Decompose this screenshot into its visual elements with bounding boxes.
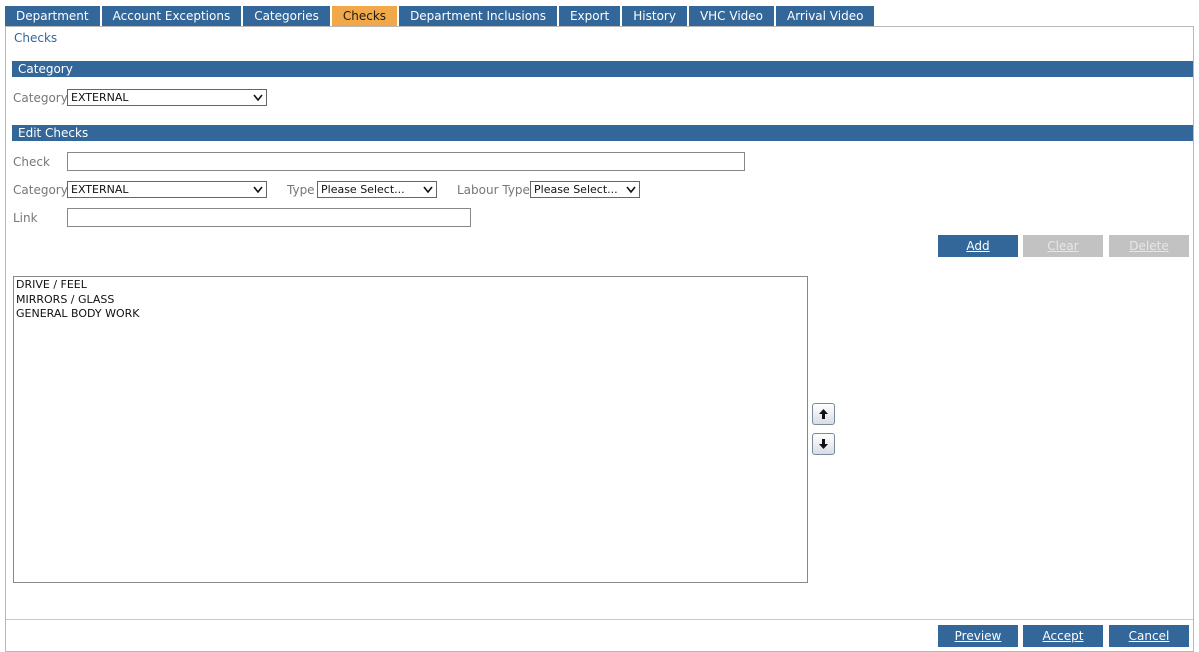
- accept-button[interactable]: Accept: [1023, 625, 1103, 647]
- category-filter-value: EXTERNAL: [71, 91, 129, 104]
- labour-type-select[interactable]: Please Select...: [530, 181, 640, 198]
- arrow-up-icon: [819, 409, 828, 419]
- link-label: Link: [13, 211, 38, 225]
- tab-account-exceptions[interactable]: Account Exceptions: [101, 6, 242, 26]
- cancel-button[interactable]: Cancel: [1109, 625, 1189, 647]
- link-input[interactable]: [67, 208, 471, 227]
- tab-export[interactable]: Export: [558, 6, 621, 26]
- arrow-down-icon: [819, 439, 828, 449]
- type-value: Please Select...: [321, 183, 405, 196]
- move-up-button[interactable]: [812, 403, 835, 425]
- move-down-button[interactable]: [812, 433, 835, 455]
- check-input[interactable]: [67, 152, 745, 171]
- tab-arrival-video[interactable]: Arrival Video: [776, 6, 875, 26]
- tab-history[interactable]: History: [622, 6, 687, 26]
- labour-type-label: Labour Type: [457, 183, 530, 197]
- chevron-down-icon: [626, 186, 636, 194]
- tab-vhc-video[interactable]: VHC Video: [688, 6, 774, 26]
- list-item[interactable]: GENERAL BODY WORK: [16, 307, 805, 322]
- type-label: Type: [287, 183, 315, 197]
- tab-department-inclusions[interactable]: Department Inclusions: [399, 6, 557, 26]
- category-section-header: Category: [12, 61, 1193, 77]
- edit-category-value: EXTERNAL: [71, 183, 129, 196]
- chevron-down-icon: [423, 186, 433, 194]
- labour-type-value: Please Select...: [534, 183, 618, 196]
- footer-divider: [6, 619, 1193, 620]
- preview-button[interactable]: Preview: [938, 625, 1018, 647]
- check-label: Check: [13, 155, 50, 169]
- chevron-down-icon: [253, 186, 263, 194]
- edit-category-label: Category: [13, 183, 68, 197]
- category-filter-select[interactable]: EXTERNAL: [67, 89, 267, 106]
- tab-checks[interactable]: Checks: [331, 6, 398, 26]
- category-filter-label: Category: [13, 91, 68, 105]
- checks-panel: Checks Category Category EXTERNAL Edit C…: [5, 26, 1194, 652]
- edit-checks-section-header: Edit Checks: [12, 125, 1193, 141]
- clear-button[interactable]: Clear: [1023, 235, 1103, 257]
- list-item[interactable]: MIRRORS / GLASS: [16, 293, 805, 308]
- tab-department[interactable]: Department: [5, 6, 100, 26]
- tab-categories[interactable]: Categories: [243, 6, 330, 26]
- tab-bar: Department Account Exceptions Categories…: [5, 6, 876, 26]
- edit-category-select[interactable]: EXTERNAL: [67, 181, 267, 198]
- list-item[interactable]: DRIVE / FEEL: [16, 278, 805, 293]
- page-title: Checks: [14, 31, 58, 45]
- type-select[interactable]: Please Select...: [317, 181, 437, 198]
- add-button[interactable]: Add: [938, 235, 1018, 257]
- checks-listbox[interactable]: DRIVE / FEEL MIRRORS / GLASS GENERAL BOD…: [13, 276, 808, 583]
- chevron-down-icon: [253, 94, 263, 102]
- delete-button[interactable]: Delete: [1109, 235, 1189, 257]
